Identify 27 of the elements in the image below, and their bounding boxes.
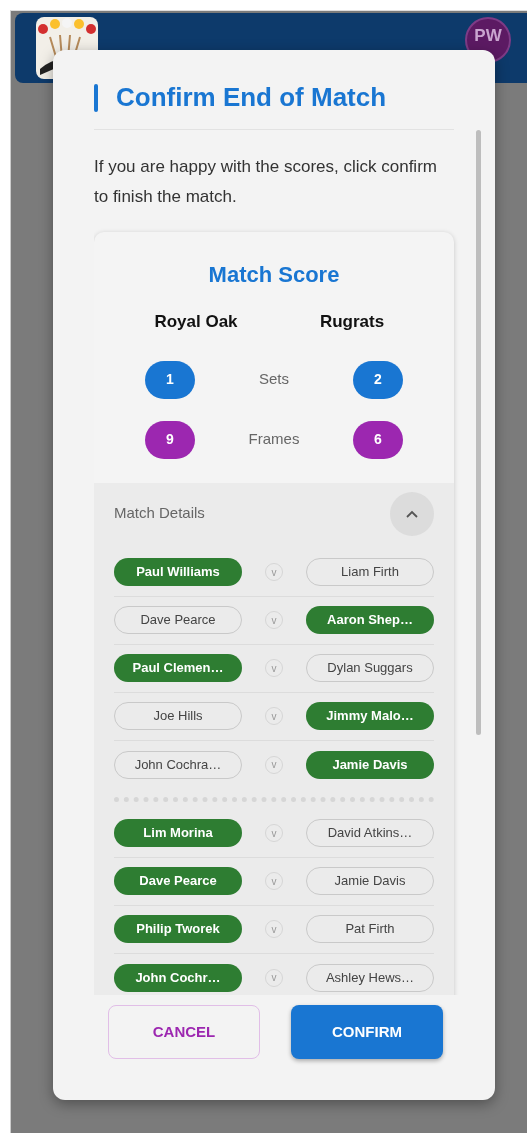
player-name: Lim Morina [114,819,242,847]
player-name: John Cochr… [114,963,242,992]
player-name: Jimmy Malo… [306,702,434,730]
dialog-message: If you are happy with the scores, click confirm to finish the match. [94,156,438,208]
score-label: Frames [248,429,300,450]
confirm-button[interactable]: CONFIRM [291,1005,443,1059]
score-badge: 2 [353,360,403,399]
team-name: Royal Oak [153,311,239,333]
scrollbar[interactable] [476,130,481,735]
player-name: Jamie Davis [306,750,434,779]
score-badge: 1 [145,360,195,399]
accent-bar [94,83,98,112]
player-name: Aaron Shep… [306,606,434,634]
score-badge: 9 [145,420,195,459]
section-title: Match Details [114,503,205,524]
dialog-title: Confirm End of Match [116,81,387,114]
player-name: Dave Pearce [114,867,242,895]
player-name: Philip Tworek [114,915,242,943]
player-name: Paul Williams [114,558,242,586]
chevron-icon [406,509,418,518]
team-name: Rugrats [318,311,386,333]
player-name: Paul Clemen… [114,654,242,682]
collapse-button[interactable] [390,491,434,536]
cancel-button[interactable]: CANCEL [108,1005,260,1059]
score-badge: 6 [353,420,403,459]
score-label: Sets [259,369,289,390]
score-title: Match Score [207,261,341,289]
